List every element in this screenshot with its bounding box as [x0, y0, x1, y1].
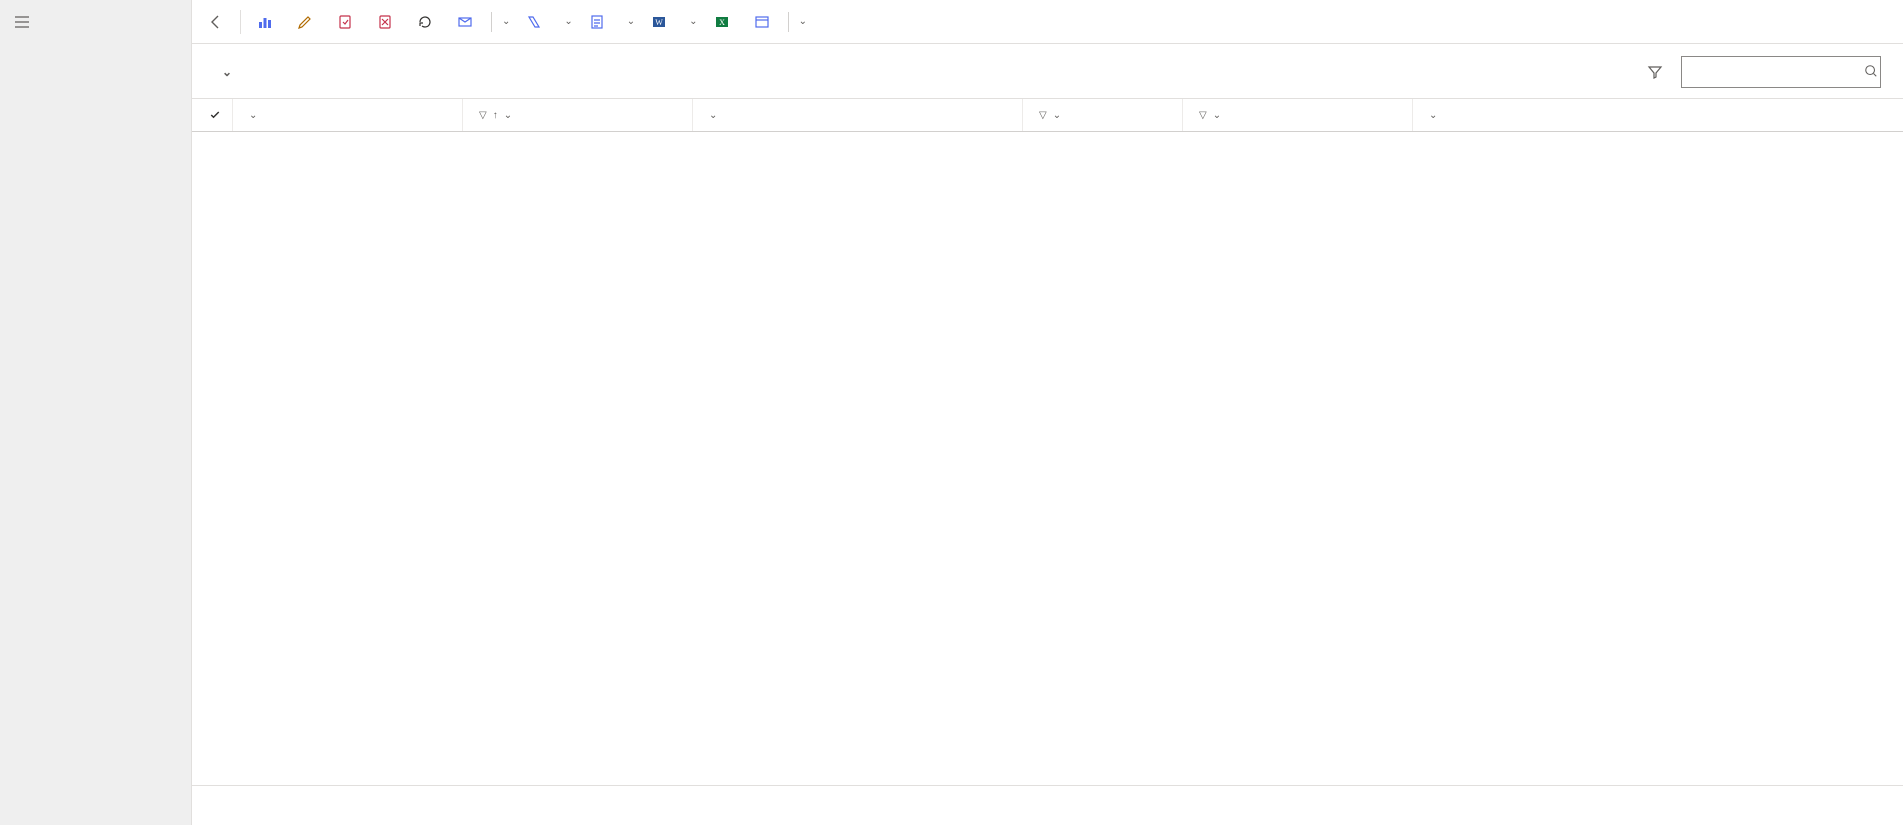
funnel-icon: ▽	[1199, 110, 1207, 121]
create-view-button[interactable]	[746, 6, 784, 38]
col-trigger[interactable]: ⌄	[692, 99, 1022, 131]
separator	[788, 12, 789, 32]
email-icon	[457, 14, 473, 30]
hamburger-icon	[14, 14, 30, 30]
run-report-button[interactable]	[581, 6, 619, 38]
sidebar	[0, 0, 192, 825]
pencil-icon	[297, 14, 313, 30]
create-view-icon	[754, 14, 770, 30]
chevron-down-icon: ⌄	[1213, 110, 1221, 121]
export-selected-button[interactable]: X	[706, 6, 744, 38]
grid: ⌄ ▽ ↑ ⌄ ⌄ ▽ ⌄	[192, 98, 1903, 785]
excel-icon: X	[714, 14, 730, 30]
col-language[interactable]: ▽ ⌄	[1182, 99, 1412, 131]
separator	[240, 10, 241, 34]
sort-asc-icon: ↑	[493, 110, 498, 121]
chevron-down-icon: ⌄	[709, 110, 717, 121]
reset-icon	[417, 14, 433, 30]
col-status[interactable]: ⌄	[232, 99, 462, 131]
col-channel[interactable]: ▽ ↑ ⌄	[462, 99, 692, 131]
word-templates-chevron[interactable]: ⌄	[683, 16, 703, 27]
funnel-icon: ▽	[1039, 110, 1047, 121]
chart-icon	[257, 14, 273, 30]
separator	[491, 12, 492, 32]
command-bar: ⌄ ⌄ ⌄ W ⌄ X	[192, 0, 1903, 44]
search-input[interactable]	[1688, 65, 1864, 80]
main: ⌄ ⌄ ⌄ W ⌄ X	[192, 0, 1903, 825]
grid-body	[192, 132, 1903, 785]
search-box[interactable]	[1681, 56, 1881, 88]
chevron-down-icon: ⌄	[249, 110, 257, 121]
reset-customization-button[interactable]	[409, 6, 447, 38]
col-recipient[interactable]: ▽ ⌄	[1022, 99, 1182, 131]
funnel-icon: ▽	[479, 110, 487, 121]
word-templates-button[interactable]: W	[643, 6, 681, 38]
chevron-down-icon: ⌄	[1429, 110, 1437, 121]
arrow-left-icon	[208, 14, 224, 30]
deactivate-icon	[377, 14, 393, 30]
svg-text:X: X	[719, 18, 725, 27]
flow-button[interactable]	[518, 6, 556, 38]
email-link-button[interactable]	[449, 6, 487, 38]
activate-icon	[337, 14, 353, 30]
col-localized-text[interactable]: ⌄	[1412, 99, 1903, 131]
grid-header: ⌄ ▽ ↑ ⌄ ⌄ ▽ ⌄	[192, 98, 1903, 132]
page-header: ⌄	[192, 44, 1903, 98]
deactivate-button[interactable]	[369, 6, 407, 38]
filter-button[interactable]	[1641, 58, 1669, 86]
edit-button[interactable]	[289, 6, 327, 38]
flow-icon	[526, 14, 542, 30]
chevron-down-icon: ⌄	[222, 65, 232, 79]
search-icon	[1864, 64, 1878, 81]
activate-button[interactable]	[329, 6, 367, 38]
run-report-chevron[interactable]: ⌄	[621, 16, 641, 27]
sidebar-hamburger[interactable]	[0, 4, 191, 40]
check-icon	[209, 109, 221, 121]
back-button[interactable]	[200, 6, 232, 38]
flow-chevron[interactable]: ⌄	[558, 16, 578, 27]
create-view-chevron[interactable]: ⌄	[793, 16, 813, 27]
funnel-icon	[1647, 64, 1663, 80]
alpha-bar	[192, 785, 1903, 825]
show-chart-button[interactable]	[249, 6, 287, 38]
word-icon: W	[651, 14, 667, 30]
chevron-down-icon: ⌄	[1053, 110, 1061, 121]
select-all-checkbox[interactable]	[198, 109, 232, 121]
report-icon	[589, 14, 605, 30]
email-link-chevron[interactable]: ⌄	[496, 16, 516, 27]
view-selector[interactable]: ⌄	[214, 65, 232, 79]
chevron-down-icon: ⌄	[504, 110, 512, 121]
svg-text:W: W	[655, 18, 663, 27]
